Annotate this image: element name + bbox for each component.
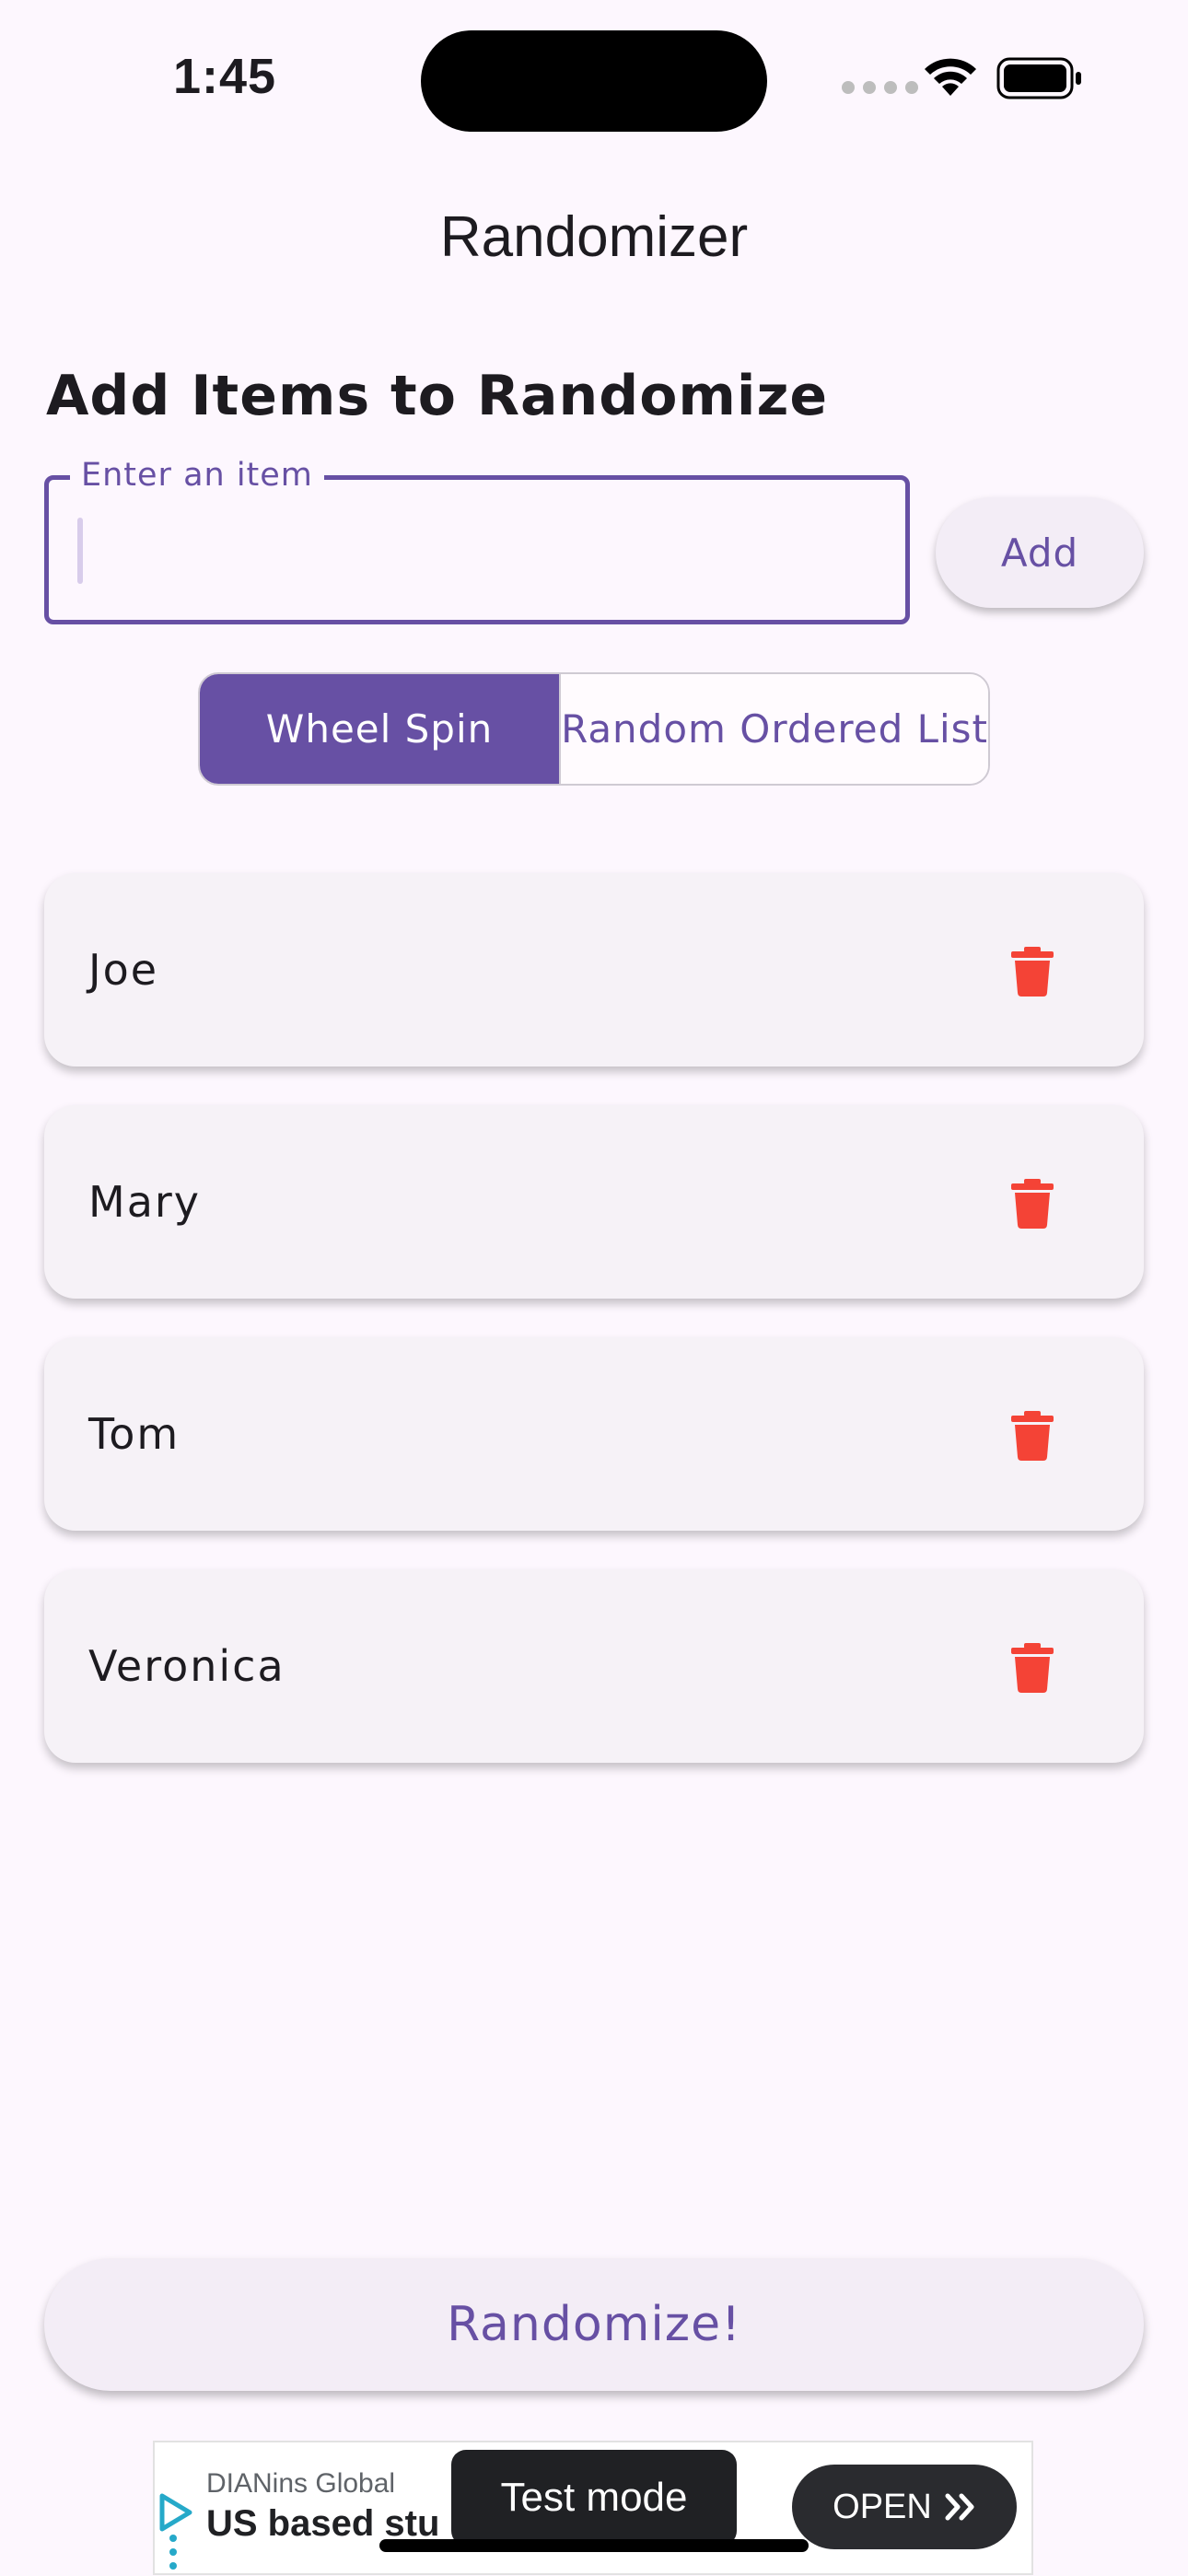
double-chevron-right-icon bbox=[945, 2493, 974, 2521]
ad-open-label: OPEN bbox=[833, 2487, 932, 2526]
mode-segmented-control: Wheel Spin Random Ordered List bbox=[198, 672, 990, 786]
ad-advertiser: DIANins Global bbox=[206, 2468, 396, 2499]
randomize-button[interactable]: Randomize! bbox=[44, 2258, 1144, 2391]
item-input-field[interactable] bbox=[44, 475, 910, 624]
test-mode-badge: Test mode bbox=[451, 2450, 737, 2546]
dynamic-island bbox=[421, 30, 767, 132]
list-item: Veronica bbox=[44, 1569, 1144, 1763]
delete-icon[interactable] bbox=[1011, 1643, 1054, 1693]
status-time: 1:45 bbox=[173, 49, 277, 104]
item-label: Tom bbox=[88, 1409, 181, 1459]
delete-icon[interactable] bbox=[1011, 947, 1054, 997]
list-item: Tom bbox=[44, 1337, 1144, 1531]
list-item: Joe bbox=[44, 873, 1144, 1067]
delete-icon[interactable] bbox=[1011, 1179, 1054, 1229]
item-input-label: Enter an item bbox=[70, 457, 324, 494]
wifi-icon bbox=[925, 58, 976, 96]
item-label: Veronica bbox=[88, 1641, 285, 1691]
text-cursor bbox=[77, 518, 83, 584]
ad-open-button[interactable]: OPEN bbox=[792, 2465, 1017, 2549]
add-button[interactable]: Add bbox=[936, 497, 1144, 608]
more-options-icon[interactable] bbox=[169, 2535, 177, 2576]
app-title: Randomizer bbox=[439, 205, 749, 269]
item-label: Mary bbox=[88, 1177, 202, 1227]
ad-choices-icon[interactable] bbox=[157, 2492, 195, 2533]
item-label: Joe bbox=[88, 945, 159, 995]
home-indicator[interactable] bbox=[379, 2539, 809, 2552]
mode-wheel-spin[interactable]: Wheel Spin bbox=[200, 674, 560, 784]
delete-icon[interactable] bbox=[1011, 1411, 1054, 1461]
section-heading: Add Items to Randomize bbox=[46, 364, 829, 428]
mode-random-ordered-list[interactable]: Random Ordered List bbox=[559, 674, 988, 784]
cellular-signal-icon bbox=[842, 81, 918, 94]
battery-icon bbox=[996, 57, 1081, 99]
list-item: Mary bbox=[44, 1105, 1144, 1299]
